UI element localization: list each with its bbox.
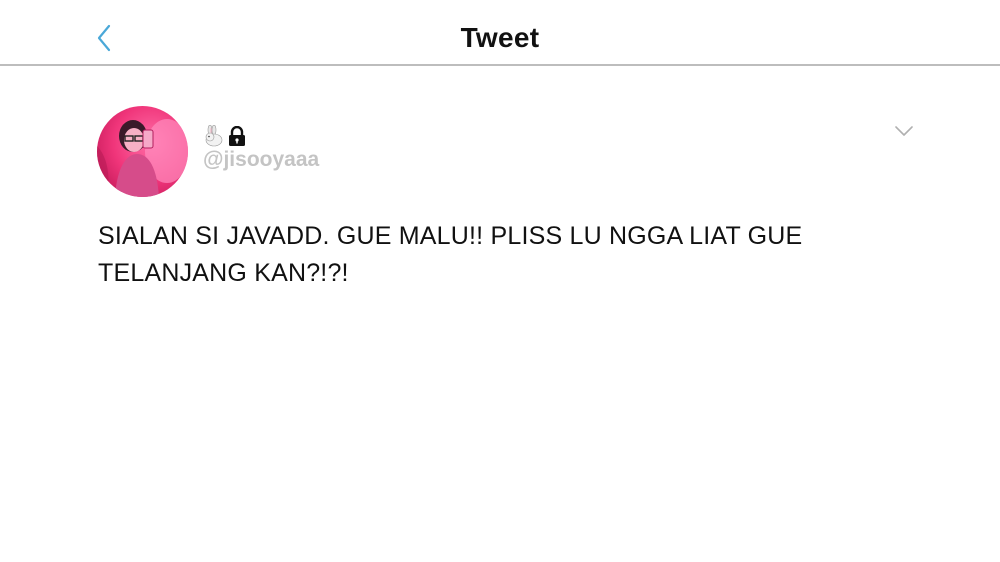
display-name bbox=[202, 124, 246, 148]
lock-icon bbox=[229, 126, 245, 146]
avatar[interactable] bbox=[97, 106, 188, 197]
tweet-body: SIALAN SI JAVADD. GUE MALU!! PLISS LU NG… bbox=[98, 222, 803, 287]
top-bar: Tweet bbox=[0, 0, 1000, 66]
chevron-down-icon bbox=[895, 126, 913, 136]
user-handle[interactable]: @jisooyaaa bbox=[203, 148, 319, 172]
tweet-menu-button[interactable] bbox=[894, 124, 914, 138]
rabbit-icon bbox=[205, 125, 223, 147]
page-title: Tweet bbox=[460, 22, 540, 53]
